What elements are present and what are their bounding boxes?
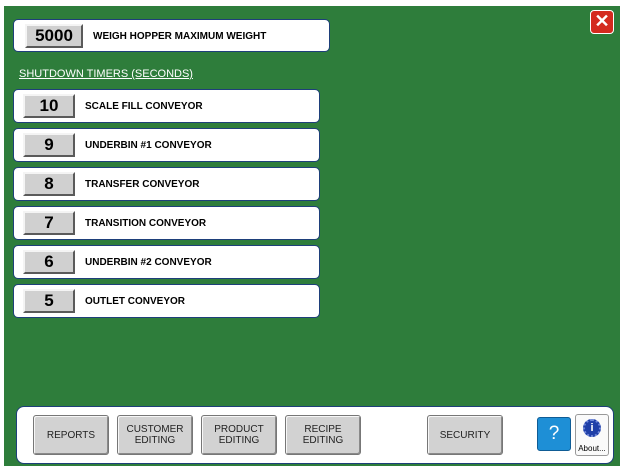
close-icon: ✕ bbox=[594, 11, 610, 31]
timer-value[interactable]: 6 bbox=[23, 250, 75, 274]
timer-label: UNDERBIN #1 CONVEYOR bbox=[85, 140, 212, 151]
bottom-nav-bar: REPORTS CUSTOMER EDITING PRODUCT EDITING… bbox=[16, 406, 614, 464]
timer-row: 8 TRANSFER CONVEYOR bbox=[13, 167, 320, 201]
timer-row: 9 UNDERBIN #1 CONVEYOR bbox=[13, 128, 320, 162]
info-icon: i bbox=[583, 419, 601, 437]
reports-button[interactable]: REPORTS bbox=[33, 415, 109, 455]
timer-value[interactable]: 8 bbox=[23, 172, 75, 196]
timer-value[interactable]: 5 bbox=[23, 289, 75, 313]
question-icon: ? bbox=[548, 423, 560, 444]
security-button[interactable]: SECURITY bbox=[427, 415, 503, 455]
timer-label: TRANSITION CONVEYOR bbox=[85, 218, 207, 229]
timer-label: UNDERBIN #2 CONVEYOR bbox=[85, 257, 212, 268]
customer-editing-button[interactable]: CUSTOMER EDITING bbox=[117, 415, 193, 455]
timer-row: 5 OUTLET CONVEYOR bbox=[13, 284, 320, 318]
timer-value[interactable]: 9 bbox=[23, 133, 75, 157]
timer-value[interactable]: 7 bbox=[23, 211, 75, 235]
timer-label: OUTLET CONVEYOR bbox=[85, 296, 186, 307]
main-screen: 5000 WEIGH HOPPER MAXIMUM WEIGHT ✕ SHUTD… bbox=[4, 6, 620, 466]
timer-row: 7 TRANSITION CONVEYOR bbox=[13, 206, 320, 240]
close-button[interactable]: ✕ bbox=[590, 10, 614, 34]
about-label: About... bbox=[578, 444, 606, 453]
max-weight-label: WEIGH HOPPER MAXIMUM WEIGHT bbox=[93, 31, 267, 42]
timer-value[interactable]: 10 bbox=[23, 94, 75, 118]
about-button[interactable]: i About... bbox=[575, 414, 609, 456]
product-editing-button[interactable]: PRODUCT EDITING bbox=[201, 415, 277, 455]
timer-row: 6 UNDERBIN #2 CONVEYOR bbox=[13, 245, 320, 279]
timer-label: TRANSFER CONVEYOR bbox=[85, 179, 200, 190]
timer-label: SCALE FILL CONVEYOR bbox=[85, 101, 203, 112]
max-weight-value[interactable]: 5000 bbox=[25, 24, 83, 48]
help-button[interactable]: ? bbox=[537, 417, 571, 451]
timer-row: 10 SCALE FILL CONVEYOR bbox=[13, 89, 320, 123]
max-weight-row: 5000 WEIGH HOPPER MAXIMUM WEIGHT bbox=[13, 19, 330, 52]
recipe-editing-button[interactable]: RECIPE EDITING bbox=[285, 415, 361, 455]
section-title: SHUTDOWN TIMERS (SECONDS) bbox=[19, 68, 193, 80]
